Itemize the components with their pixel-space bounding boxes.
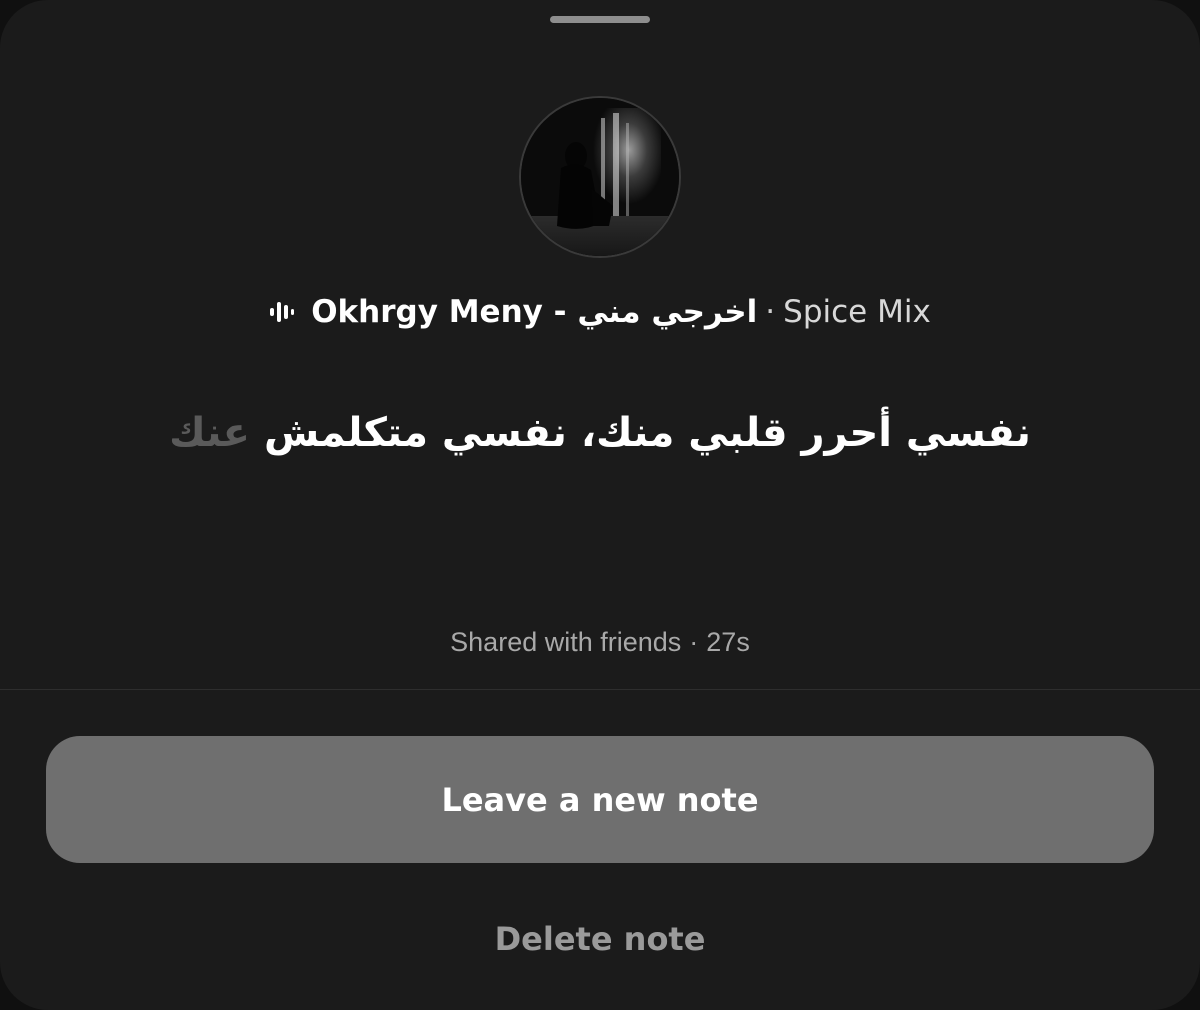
divider — [0, 689, 1200, 690]
avatar[interactable] — [519, 96, 681, 258]
lyric-sung-text: نفسي أحرر قلبي منك، نفسي متكلمش — [263, 410, 1031, 456]
sound-wave-icon — [269, 300, 295, 324]
leave-new-note-button[interactable]: Leave a new note — [46, 736, 1154, 863]
separator-dot: · — [689, 627, 699, 657]
shared-with-label: Shared with friends — [450, 627, 682, 657]
sheet-grabber-handle[interactable] — [550, 16, 650, 23]
lyric-upcoming-text: عنك — [169, 410, 251, 456]
share-status: Shared with friends · 27s — [0, 620, 1200, 664]
note-sheet: Okhrgy Meny - اخرجي مني · Spice Mix نفسي… — [0, 0, 1200, 1010]
song-title: Okhrgy Meny - اخرجي مني — [311, 294, 758, 330]
time-ago: 27s — [706, 627, 750, 657]
separator-dot: · — [765, 294, 776, 330]
artist-name: Spice Mix — [783, 294, 931, 330]
lyric-line: نفسي أحرر قلبي منك، نفسي متكلمش عنك — [0, 398, 1200, 468]
delete-note-button[interactable]: Delete note — [0, 914, 1200, 964]
avatar-photo — [521, 98, 679, 256]
now-playing-line[interactable]: Okhrgy Meny - اخرجي مني · Spice Mix — [0, 288, 1200, 336]
lyric-text: نفسي أحرر قلبي منك، نفسي متكلمش عنك — [169, 410, 1031, 456]
